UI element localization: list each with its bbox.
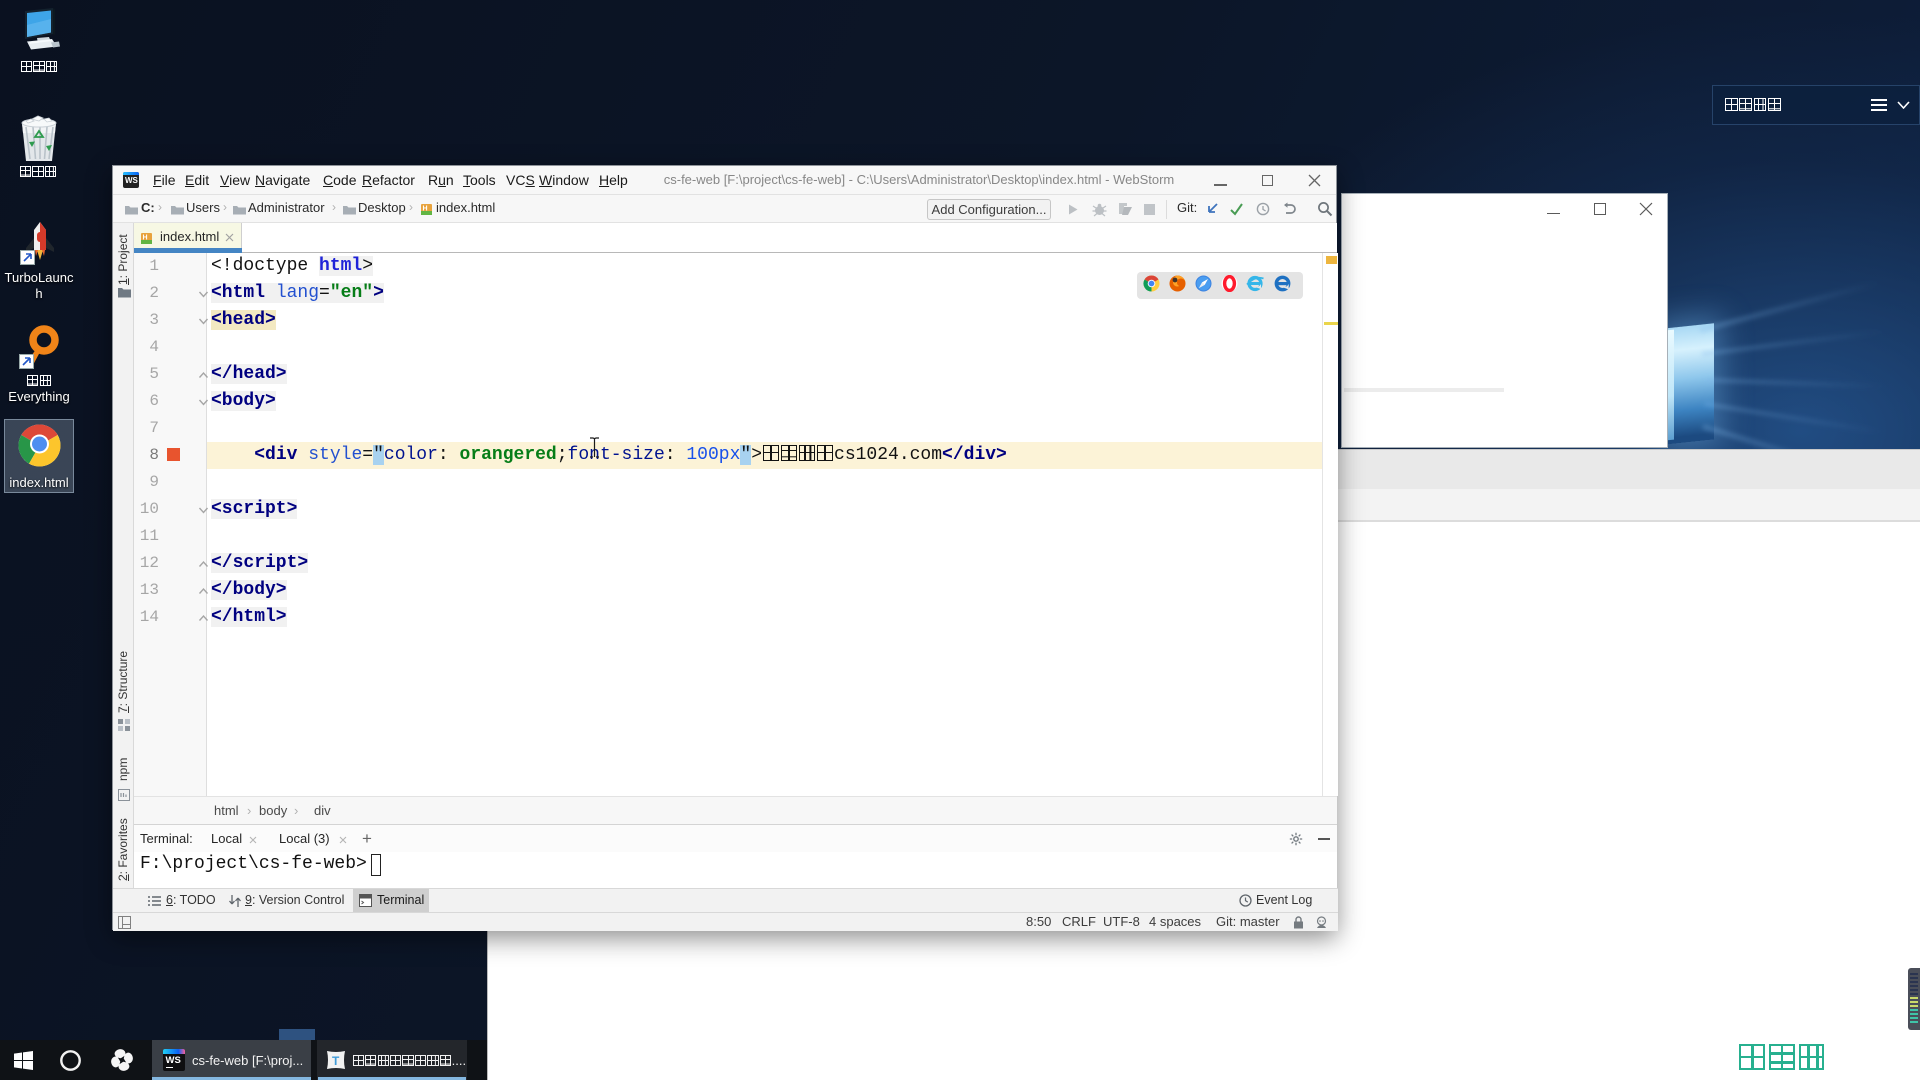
svg-text:H: H: [143, 235, 148, 242]
svg-text:T: T: [332, 1054, 340, 1068]
svg-text:H: H: [423, 206, 428, 213]
